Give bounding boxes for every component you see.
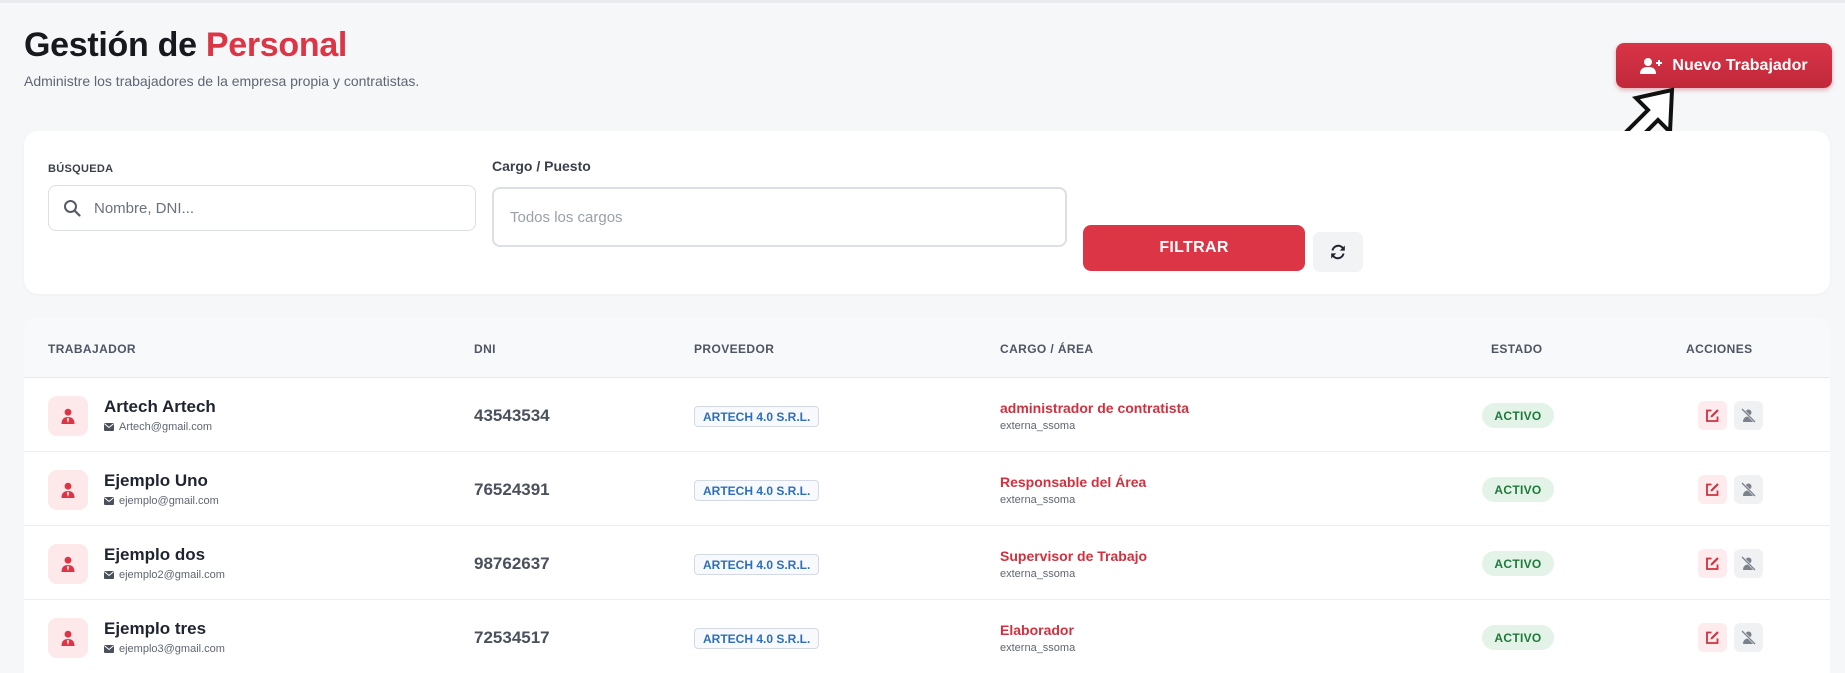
worker-email: ejemplo3@gmail.com [104, 643, 225, 655]
deactivate-button[interactable] [1734, 549, 1763, 578]
envelope-icon [104, 497, 114, 505]
worker-cargo: Elaborador [1000, 622, 1074, 638]
worker-name: Artech Artech [104, 397, 216, 416]
page-subtitle: Administre los trabajadores de la empres… [24, 73, 420, 89]
avatar [48, 470, 88, 510]
search-label: BÚSQUEDA [48, 163, 114, 175]
user-tie-icon [61, 556, 75, 572]
envelope-icon [104, 645, 114, 653]
table-row[interactable]: Ejemplo tres ejemplo3@gmail.com 72534517… [24, 600, 1830, 673]
cargo-select[interactable]: Todos los cargos [492, 187, 1067, 247]
deactivate-button[interactable] [1734, 401, 1763, 430]
edit-icon [1706, 409, 1719, 422]
user-plus-icon [1640, 57, 1663, 74]
avatar [48, 544, 88, 584]
edit-icon [1706, 483, 1719, 496]
edit-button[interactable] [1698, 623, 1727, 652]
worker-cargo: administrador de contratista [1000, 400, 1190, 416]
refresh-button[interactable] [1313, 232, 1363, 272]
cargo-label: Cargo / Puesto [492, 158, 591, 174]
top-edge [0, 0, 1845, 3]
col-proveedor[interactable]: PROVEEDOR [694, 342, 774, 356]
user-slash-icon [1741, 482, 1756, 497]
avatar [48, 396, 88, 436]
user-tie-icon [61, 630, 75, 646]
worker-area: externa_ssoma [1000, 420, 1076, 432]
user-slash-icon [1741, 630, 1756, 645]
worker-cargo: Responsable del Área [1000, 474, 1147, 490]
search-input[interactable] [94, 199, 454, 217]
col-dni[interactable]: DNI [474, 342, 496, 356]
table-row[interactable]: Ejemplo dos ejemplo2@gmail.com 98762637 … [24, 526, 1830, 600]
worker-email-text: Artech@gmail.com [119, 421, 213, 433]
table-header: TRABAJADOR DNI PROVEEDOR CARGO / ÁREA ES… [24, 318, 1830, 378]
status-badge: ACTIVO [1482, 551, 1554, 576]
provider-badge: ARTECH 4.0 S.R.L. [694, 406, 820, 427]
provider-badge: ARTECH 4.0 S.R.L. [694, 554, 820, 575]
edit-button[interactable] [1698, 475, 1727, 504]
deactivate-button[interactable] [1734, 475, 1763, 504]
worker-dni: 43543534 [474, 406, 550, 425]
user-tie-icon [61, 408, 75, 424]
deactivate-button[interactable] [1734, 623, 1763, 652]
status-badge: ACTIVO [1482, 477, 1554, 502]
search-icon [64, 200, 81, 217]
worker-email: ejemplo@gmail.com [104, 495, 219, 507]
worker-area: externa_ssoma [1000, 494, 1076, 506]
worker-email-text: ejemplo3@gmail.com [119, 643, 225, 655]
title-accent: Personal [205, 26, 348, 64]
edit-icon [1706, 557, 1719, 570]
filter-button[interactable]: FILTRAR [1083, 225, 1305, 271]
worker-area: externa_ssoma [1000, 642, 1076, 654]
worker-dni: 76524391 [474, 480, 550, 499]
new-worker-button-label: Nuevo Trabajador [1672, 56, 1808, 74]
worker-cargo: Supervisor de Trabajo [1000, 548, 1148, 564]
envelope-icon [104, 423, 114, 431]
worker-dni: 72534517 [474, 628, 550, 647]
worker-dni: 98762637 [474, 554, 550, 573]
col-estado[interactable]: ESTADO [1491, 342, 1543, 356]
table-row[interactable]: Ejemplo Uno ejemplo@gmail.com 76524391 A… [24, 452, 1830, 526]
worker-email: Artech@gmail.com [104, 421, 212, 433]
worker-area: externa_ssoma [1000, 568, 1076, 580]
envelope-icon [104, 571, 114, 579]
user-slash-icon [1741, 556, 1756, 571]
provider-badge: ARTECH 4.0 S.R.L. [694, 480, 820, 501]
refresh-icon [1331, 244, 1345, 260]
col-trabajador[interactable]: TRABAJADOR [48, 342, 136, 356]
edit-button[interactable] [1698, 549, 1727, 578]
col-acciones: ACCIONES [1686, 342, 1753, 356]
table-row[interactable]: Artech Artech Artech@gmail.com 43543534 … [24, 378, 1830, 452]
workers-table: TRABAJADOR DNI PROVEEDOR CARGO / ÁREA ES… [24, 318, 1830, 673]
edit-button[interactable] [1698, 401, 1727, 430]
status-badge: ACTIVO [1482, 403, 1554, 428]
search-field[interactable] [48, 185, 476, 231]
col-cargo-area[interactable]: CARGO / ÁREA [1000, 342, 1093, 356]
provider-badge: ARTECH 4.0 S.R.L. [694, 628, 820, 649]
cargo-select-value: Todos los cargos [510, 208, 623, 226]
worker-email: ejemplo2@gmail.com [104, 569, 225, 581]
worker-name: Ejemplo dos [104, 545, 206, 564]
user-tie-icon [61, 482, 75, 498]
edit-icon [1706, 631, 1719, 644]
worker-name: Ejemplo Uno [104, 471, 208, 490]
worker-email-text: ejemplo2@gmail.com [119, 569, 225, 581]
status-badge: ACTIVO [1482, 625, 1554, 650]
user-slash-icon [1741, 408, 1756, 423]
avatar [48, 618, 88, 658]
worker-email-text: ejemplo@gmail.com [119, 495, 219, 507]
page-title: Gestión de Personal [24, 26, 347, 65]
title-prefix: Gestión de [24, 26, 197, 64]
worker-name: Ejemplo tres [104, 619, 207, 638]
new-worker-button[interactable]: Nuevo Trabajador [1616, 43, 1832, 88]
